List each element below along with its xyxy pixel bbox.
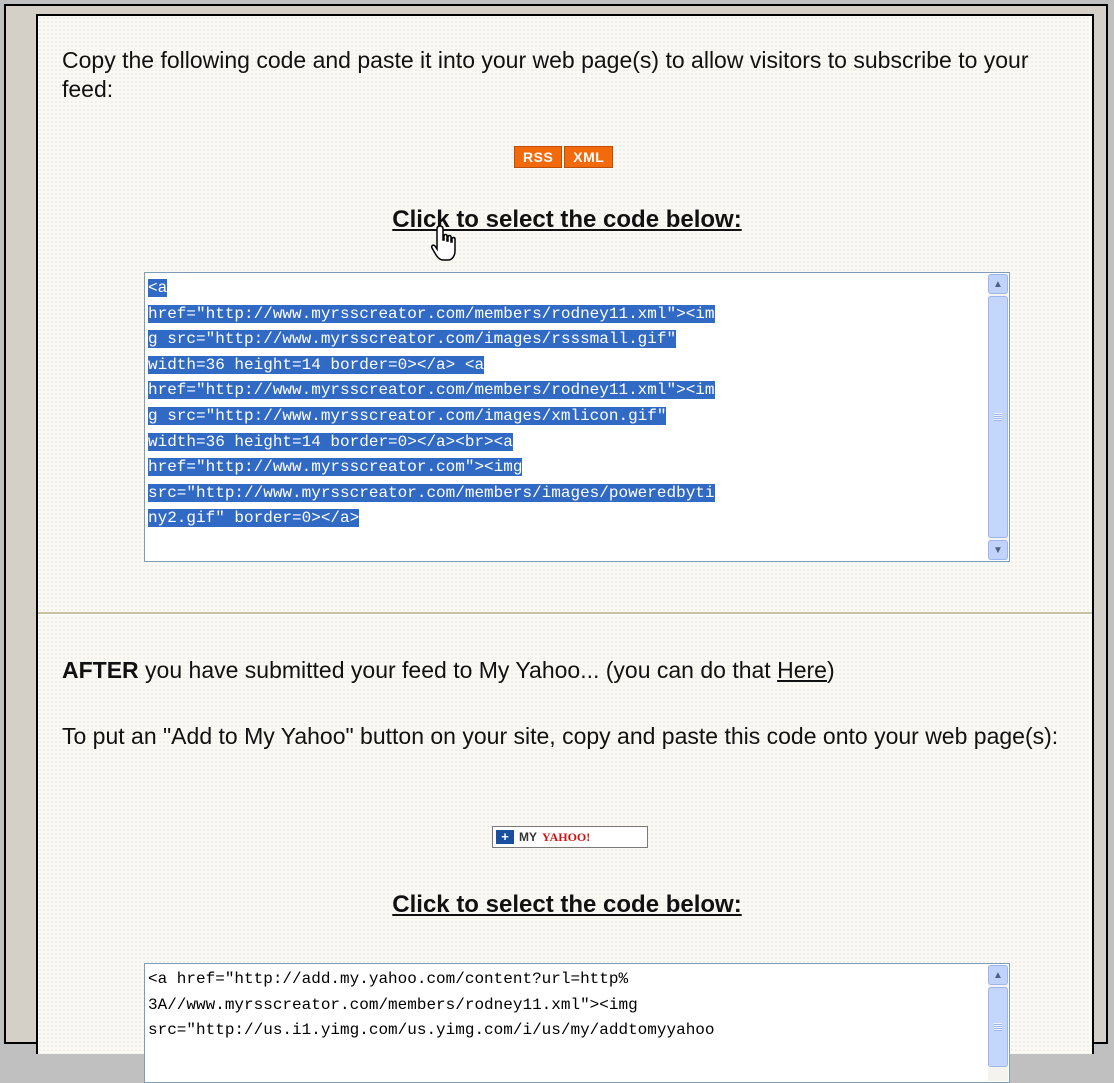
code-line-text: 3A//www.myrsscreator.com/members/rodney1… — [148, 995, 638, 1014]
code-line-text: width=36 height=14 border=0></a> <a — [148, 355, 485, 374]
code-line-text: g src="http://www.myrsscreator.com/image… — [148, 330, 677, 349]
plus-icon: + — [496, 830, 514, 844]
after-bold: AFTER — [62, 657, 139, 683]
yahoo-logo-text: YAHOO! — [542, 829, 591, 844]
code-line[interactable]: href="http://www.myrsscreator.com"><img — [148, 455, 987, 481]
arrow-down-icon[interactable]: ▼ — [988, 540, 1008, 560]
arrow-up-icon[interactable]: ▲ — [988, 274, 1008, 294]
add-to-my-yahoo-button[interactable]: + MY YAHOO! — [492, 826, 648, 848]
code-line-text: <a — [148, 279, 168, 297]
here-link[interactable]: Here — [777, 657, 827, 683]
xml-badge[interactable]: XML — [564, 146, 614, 168]
code-line-text: href="http://www.myrsscreator.com"><img — [148, 458, 523, 477]
scroll-thumb[interactable] — [988, 296, 1008, 538]
code-line[interactable]: href="http://www.myrsscreator.com/member… — [148, 378, 987, 404]
feed-badges: RSS XML — [514, 146, 614, 168]
code-line[interactable]: ny2.gif" border=0></a> — [148, 506, 987, 532]
window-frame: Copy the following code and paste it int… — [4, 4, 1108, 1083]
code-line[interactable]: src="http://www.myrsscreator.com/members… — [148, 481, 987, 507]
scroll-thumb-2[interactable] — [988, 987, 1008, 1067]
code-line-text: <a href="http://add.my.yahoo.com/content… — [148, 970, 629, 988]
code-line[interactable]: width=36 height=14 border=0></a><br><a — [148, 430, 987, 456]
arrow-up-icon[interactable]: ▲ — [988, 965, 1008, 985]
after-end: ) — [826, 657, 835, 683]
yahoo-code-textarea[interactable]: <a href="http://add.my.yahoo.com/content… — [144, 963, 1010, 1083]
yahoo-my-label: MY — [519, 830, 537, 844]
section-divider — [38, 612, 1092, 615]
code-line-text: g src="http://www.myrsscreator.com/image… — [148, 406, 667, 425]
intro-text: Copy the following code and paste it int… — [62, 47, 1029, 102]
after-text: AFTER you have submitted your feed to My… — [62, 656, 1062, 685]
code-line[interactable]: <a href="http://add.my.yahoo.com/content… — [148, 967, 987, 993]
after-body: you have submitted your feed to My Yahoo… — [138, 657, 778, 683]
code-line[interactable]: width=36 height=14 border=0></a> <a — [148, 353, 987, 379]
rss-code-content[interactable]: <a href="http://www.myrsscreator.com/memb… — [145, 273, 987, 561]
code-line[interactable]: <a — [148, 276, 987, 302]
vertical-scrollbar-2[interactable]: ▲ — [988, 965, 1008, 1081]
code-line-text: ny2.gif" border=0></a> — [148, 509, 360, 528]
content-panel: Copy the following code and paste it int… — [36, 14, 1096, 1083]
yahoo-instructions: To put an "Add to My Yahoo" button on yo… — [62, 723, 1059, 749]
select-code-heading-2[interactable]: Click to select the code below: — [38, 891, 1096, 919]
rss-badge[interactable]: RSS — [514, 146, 563, 168]
code-line[interactable]: g src="http://www.myrsscreator.com/image… — [148, 404, 987, 430]
rss-code-textarea[interactable]: <a href="http://www.myrsscreator.com/memb… — [144, 272, 1010, 562]
code-line[interactable]: href="http://www.myrsscreator.com/member… — [148, 302, 987, 328]
code-line-text: src="http://us.i1.yimg.com/us.yimg.com/i… — [148, 1021, 715, 1040]
code-line[interactable]: 3A//www.myrsscreator.com/members/rodney1… — [148, 993, 987, 1019]
code-line-text: href="http://www.myrsscreator.com/member… — [148, 381, 715, 400]
code-line-text: href="http://www.myrsscreator.com/member… — [148, 304, 715, 323]
hand-pointer-icon — [431, 225, 456, 261]
vertical-scrollbar[interactable]: ▲ ▼ — [988, 274, 1008, 560]
code-line-text: width=36 height=14 border=0></a><br><a — [148, 432, 513, 451]
select-code-heading-1[interactable]: Click to select the code below: — [38, 206, 1096, 234]
yahoo-code-content[interactable]: <a href="http://add.my.yahoo.com/content… — [145, 964, 987, 1082]
code-line[interactable]: g src="http://www.myrsscreator.com/image… — [148, 327, 987, 353]
code-line-text: src="http://www.myrsscreator.com/members… — [148, 483, 715, 502]
